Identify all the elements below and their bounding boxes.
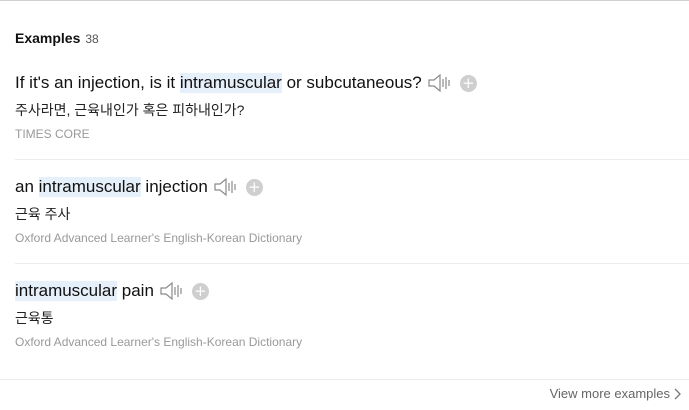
highlighted-term: intramuscular (179, 73, 282, 93)
add-icon[interactable]: + (245, 178, 263, 196)
example-korean: 근육 주사 (15, 206, 71, 222)
example-item: If it's an injection, is it intramuscula… (15, 72, 689, 141)
example-source: Oxford Advanced Learner's English-Korean… (15, 231, 303, 245)
section-title: Examples (15, 30, 81, 46)
speaker-icon[interactable] (428, 73, 452, 93)
example-english: intramuscular pain + (15, 280, 689, 302)
speaker-icon[interactable] (160, 281, 184, 301)
example-item: an intramuscular injection + 근육 주사 Oxfor… (15, 176, 689, 245)
example-english: an intramuscular injection + (15, 176, 689, 198)
example-korean: 근육통 (15, 310, 54, 326)
add-icon[interactable]: + (191, 282, 209, 300)
example-source: TIMES CORE (15, 127, 90, 141)
example-text-after: or subcutaneous? (281, 73, 422, 92)
view-more-examples-link[interactable]: View more examples (550, 386, 681, 401)
example-item: intramuscular pain + 근육통 Oxford Advanced… (15, 280, 689, 349)
divider (15, 159, 689, 160)
examples-footer: View more examples (0, 379, 689, 410)
chevron-right-icon (674, 388, 681, 399)
example-text-before: If it's an injection, is it (15, 73, 180, 92)
highlighted-term: intramuscular (15, 281, 118, 301)
example-text-after: pain (117, 281, 154, 300)
top-border (0, 0, 689, 1)
add-icon[interactable]: + (459, 74, 477, 92)
view-more-label: View more examples (549, 386, 670, 401)
example-text-before: an (15, 177, 39, 196)
speaker-icon[interactable] (214, 177, 238, 197)
example-text-after: injection (140, 177, 208, 196)
highlighted-term: intramuscular (38, 177, 141, 197)
example-english: If it's an injection, is it intramuscula… (15, 72, 689, 94)
divider (15, 263, 689, 264)
examples-count: 38 (85, 32, 99, 46)
example-source: Oxford Advanced Learner's English-Korean… (15, 335, 303, 349)
examples-header: Examples 38 (15, 30, 99, 46)
example-korean: 주사라면, 근육내인가 혹은 피하내인가? (15, 102, 245, 118)
